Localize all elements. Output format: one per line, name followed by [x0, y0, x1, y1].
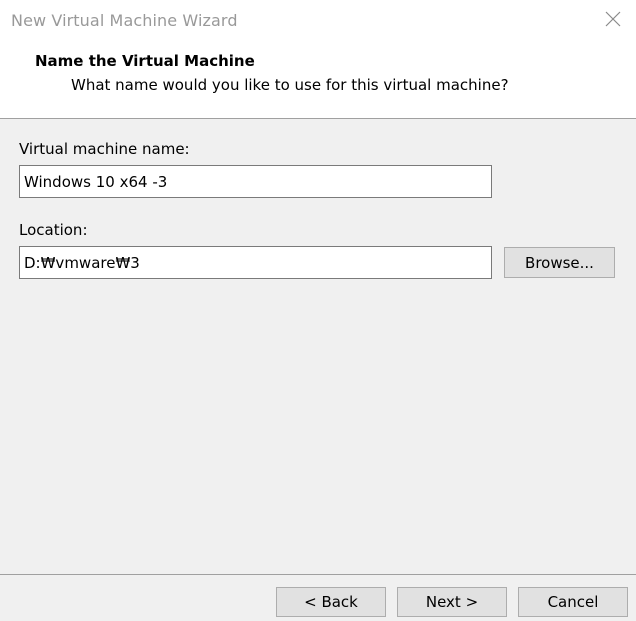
vm-name-input[interactable]	[19, 165, 492, 198]
footer-divider	[0, 574, 636, 575]
close-button[interactable]	[598, 4, 628, 34]
step-title: Name the Virtual Machine	[35, 52, 255, 70]
location-label: Location:	[19, 221, 88, 239]
title-bar: New Virtual Machine Wizard	[0, 0, 636, 43]
browse-button[interactable]: Browse...	[504, 247, 615, 278]
vm-name-label: Virtual machine name:	[19, 140, 190, 158]
step-subtitle: What name would you like to use for this…	[71, 76, 509, 94]
next-button[interactable]: Next >	[397, 587, 507, 617]
wizard-header: Name the Virtual Machine What name would…	[0, 43, 636, 119]
back-button[interactable]: < Back	[276, 587, 386, 617]
close-icon	[605, 11, 621, 27]
cancel-button[interactable]: Cancel	[518, 587, 628, 617]
location-input[interactable]	[19, 246, 492, 279]
window-title: New Virtual Machine Wizard	[11, 11, 238, 30]
